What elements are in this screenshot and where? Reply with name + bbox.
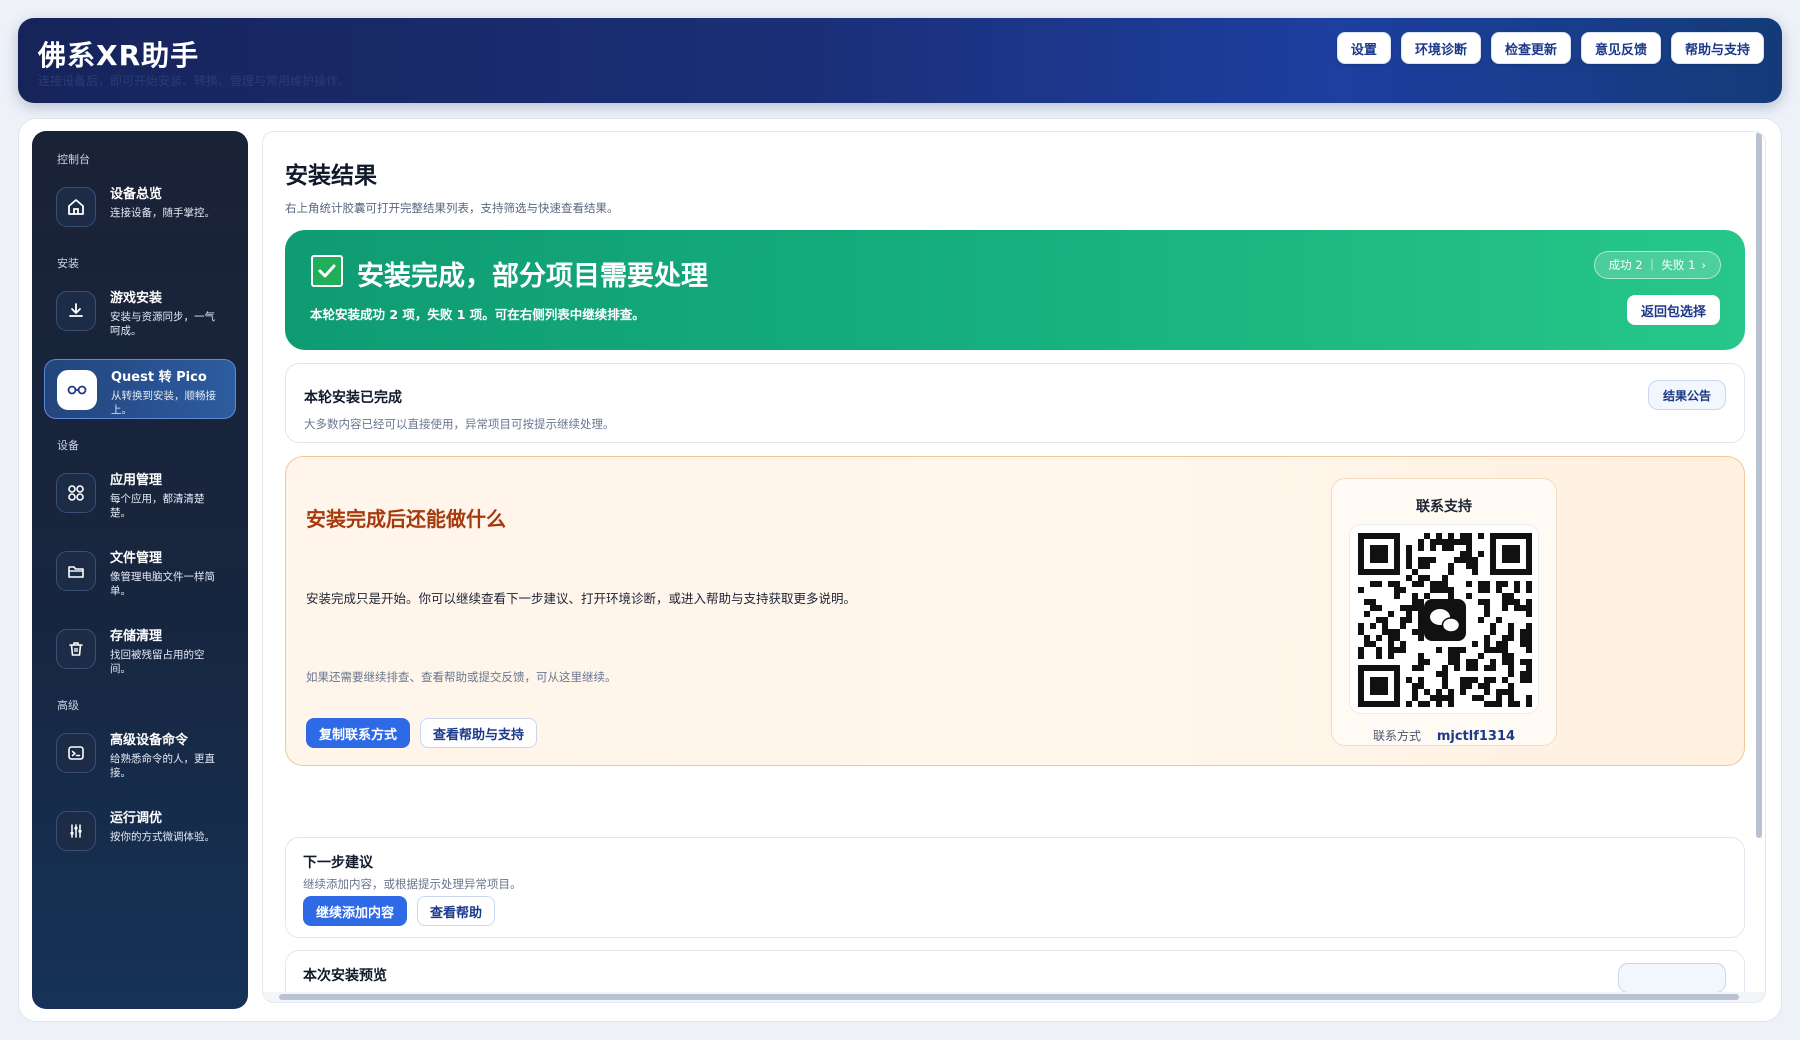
page-title: 安装结果 xyxy=(285,163,377,189)
contact-label: 联系方式 xyxy=(1372,729,1421,743)
main-panel: 安装结果 右上角统计胶囊可打开完整结果列表，支持筛选与快速查看结果。 安装完成，… xyxy=(262,131,1766,1003)
sidebar-item-label: 高级设备命令 xyxy=(110,733,189,748)
feedback-button[interactable]: 意见反馈 xyxy=(1580,32,1661,64)
copy-contact-button[interactable]: 复制联系方式 xyxy=(306,718,411,748)
sidebar-item-label: Quest 转 Pico xyxy=(111,370,207,385)
support-title: 联系支持 xyxy=(1416,499,1472,515)
app-title: 佛系XR助手 xyxy=(38,39,200,72)
app-subtitle: 连接设备后，即可开始安装、转换、管理与常用维护操作。 xyxy=(38,74,351,88)
sidebar-item-desc: 找回被残留占用的空间。 xyxy=(110,649,205,675)
sidebar: 控制台 设备总览 连接设备，随手掌控。 安装 游戏安装 安装与资源同步，一气呵成… xyxy=(32,131,248,1009)
result-stats-text: 成功 2 ｜ 失败 1 xyxy=(1608,258,1696,272)
card-desc: 大多数内容已经可以直接使用，异常项目可按提示继续处理。 xyxy=(304,417,615,431)
sidebar-item-file-manage[interactable]: 文件管理 像管理电脑文件一样简单。 xyxy=(44,541,236,601)
sidebar-item-desc: 从转换到安装，顺畅接上。 xyxy=(111,390,216,416)
sidebar-item-desc: 每个应用，都清清楚楚。 xyxy=(110,493,205,519)
horizontal-scrollbar[interactable] xyxy=(263,992,1765,1002)
card-title: 本次安装预览 xyxy=(303,968,387,984)
sidebar-item-desc: 连接设备，随手掌控。 xyxy=(110,207,215,219)
support-contact: 联系方式 mjctlf1314 xyxy=(1332,727,1556,744)
sliders-icon xyxy=(56,811,96,851)
sidebar-section-console: 控制台 xyxy=(57,153,90,166)
sidebar-item-label: 游戏安装 xyxy=(110,291,163,306)
chevron-right-icon: › xyxy=(1701,258,1706,272)
sidebar-item-game-install[interactable]: 游戏安装 安装与资源同步，一气呵成。 xyxy=(44,281,236,341)
sidebar-item-label: 应用管理 xyxy=(110,473,163,488)
sidebar-item-advanced-commands[interactable]: 高级设备命令 给熟悉命令的人，更直接。 xyxy=(44,723,236,783)
sidebar-section-advanced: 高级 xyxy=(57,699,79,712)
sidebar-item-label: 运行调优 xyxy=(110,811,163,826)
result-notice-button[interactable]: 结果公告 xyxy=(1647,380,1726,410)
card-title: 本轮安装已完成 xyxy=(304,390,402,406)
card-title: 安装完成后还能做什么 xyxy=(306,507,506,531)
next-step-card: 下一步建议 继续添加内容，或根据提示处理异常项目。 继续添加内容 查看帮助 xyxy=(285,837,1745,938)
banner-title: 安装完成，部分项目需要处理 xyxy=(357,261,708,292)
contact-value[interactable]: mjctlf1314 xyxy=(1437,729,1515,744)
result-banner: 安装完成，部分项目需要处理 本轮安装成功 2 项，失败 1 项。可在右侧列表中继… xyxy=(285,230,1745,350)
sidebar-item-label: 设备总览 xyxy=(110,187,163,202)
sidebar-item-desc: 按你的方式微调体验。 xyxy=(110,831,215,843)
preview-action-button[interactable] xyxy=(1618,963,1726,993)
qr-code xyxy=(1349,524,1539,714)
terminal-icon xyxy=(56,733,96,773)
banner-desc: 本轮安装成功 2 项，失败 1 项。可在右侧列表中继续排查。 xyxy=(310,307,645,322)
sidebar-item-desc: 给熟悉命令的人，更直接。 xyxy=(110,753,215,779)
card-hint: 如果还需要继续排查、查看帮助或提交反馈，可从这里继续。 xyxy=(306,670,617,684)
sidebar-item-desc: 安装与资源同步，一气呵成。 xyxy=(110,311,215,337)
settings-button[interactable]: 设置 xyxy=(1336,32,1391,64)
sidebar-item-device-overview[interactable]: 设备总览 连接设备，随手掌控。 xyxy=(44,177,236,237)
view-help-button[interactable]: 查看帮助 xyxy=(417,896,496,926)
sidebar-item-label: 文件管理 xyxy=(110,551,163,566)
card-desc: 继续添加内容，或根据提示处理异常项目。 xyxy=(303,877,522,891)
card-title: 下一步建议 xyxy=(303,855,373,871)
header-actions: 设置 环境诊断 检查更新 意见反馈 帮助与支持 xyxy=(1336,32,1764,64)
sidebar-item-storage-clean[interactable]: 存储清理 找回被残留占用的空间。 xyxy=(44,619,236,679)
back-to-package-button[interactable]: 返回包选择 xyxy=(1626,295,1720,325)
support-card: 联系支持 联系方式 mjctlf1314 xyxy=(1331,478,1557,746)
sidebar-section-install: 安装 xyxy=(57,257,79,270)
download-icon xyxy=(56,291,96,331)
sidebar-item-label: 存储清理 xyxy=(110,629,163,644)
continue-add-button[interactable]: 继续添加内容 xyxy=(303,896,408,926)
sidebar-item-runtime-tuning[interactable]: 运行调优 按你的方式微调体验。 xyxy=(44,801,236,861)
check-icon xyxy=(311,255,343,287)
sidebar-item-app-manage[interactable]: 应用管理 每个应用，都清清楚楚。 xyxy=(44,463,236,523)
result-stats-pill[interactable]: 成功 2 ｜ 失败 1 › xyxy=(1593,251,1721,279)
env-diagnose-button[interactable]: 环境诊断 xyxy=(1400,32,1481,64)
sidebar-item-quest-to-pico[interactable]: Quest 转 Pico 从转换到安装，顺畅接上。 xyxy=(44,359,236,419)
app-header: 佛系XR助手 连接设备后，即可开始安装、转换、管理与常用维护操作。 设置 环境诊… xyxy=(18,18,1782,103)
view-help-support-button[interactable]: 查看帮助与支持 xyxy=(420,718,538,748)
check-update-button[interactable]: 检查更新 xyxy=(1490,32,1571,64)
apps-grid-icon xyxy=(56,473,96,513)
card-desc: 安装完成只是开始。你可以继续查看下一步建议、打开环境诊断，或进入帮助与支持获取更… xyxy=(306,591,857,606)
home-icon xyxy=(56,187,96,227)
sidebar-item-desc: 像管理电脑文件一样简单。 xyxy=(110,571,215,597)
page-subtitle: 右上角统计胶囊可打开完整结果列表，支持筛选与快速查看结果。 xyxy=(285,201,619,215)
folder-icon xyxy=(56,551,96,591)
trash-icon xyxy=(56,629,96,669)
help-support-button[interactable]: 帮助与支持 xyxy=(1670,32,1764,64)
sidebar-section-device: 设备 xyxy=(57,439,79,452)
install-done-card: 本轮安装已完成 大多数内容已经可以直接使用，异常项目可按提示继续处理。 结果公告 xyxy=(285,363,1745,443)
vertical-scrollbar[interactable] xyxy=(1756,132,1762,838)
vr-headset-icon xyxy=(57,370,97,410)
after-install-card: 安装完成后还能做什么 安装完成只是开始。你可以继续查看下一步建议、打开环境诊断，… xyxy=(285,456,1745,766)
